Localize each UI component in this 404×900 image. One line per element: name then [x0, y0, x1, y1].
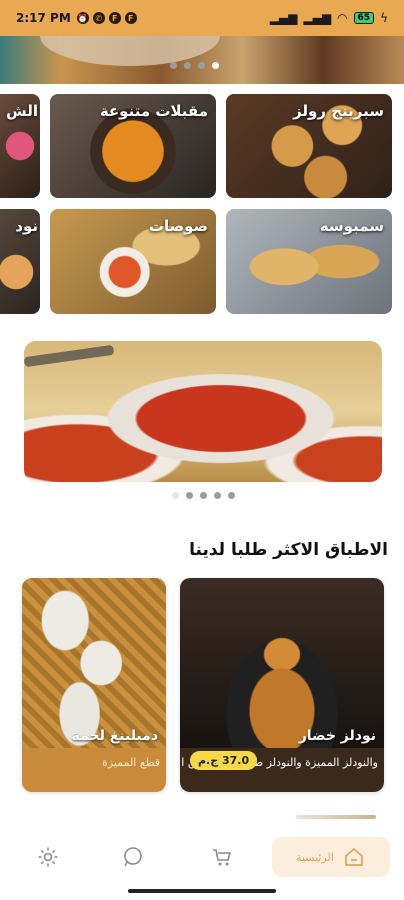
nav-search[interactable] — [116, 837, 152, 877]
slider-dot-active[interactable] — [212, 62, 219, 69]
signal2-icon: ▂▄▆ — [303, 11, 332, 25]
gear-icon — [38, 847, 58, 867]
wifi-icon: ◠ — [337, 11, 348, 25]
section-title: الاطباق الاكثر طلبا لدينا — [189, 540, 388, 560]
slider-dot[interactable] — [184, 62, 191, 69]
nav-home[interactable]: الرئيسية — [272, 837, 390, 877]
nav-cart[interactable] — [204, 837, 240, 877]
category-label: نود — [15, 217, 38, 235]
dish-image — [22, 578, 166, 748]
signal-icon: ▂▄▆ — [269, 11, 298, 25]
dish-image — [180, 578, 384, 748]
category-label: مقبلات متنوعة — [99, 102, 208, 120]
nav-settings[interactable] — [30, 837, 66, 877]
slider-dot-active[interactable] — [172, 492, 179, 499]
dish-desc: قطع المميزة — [102, 756, 160, 769]
nav-home-label: الرئيسية — [296, 850, 334, 864]
next-section-preview — [296, 815, 376, 819]
slider-dot[interactable] — [214, 492, 221, 499]
status-time: 2:17 PM — [16, 11, 71, 25]
system-home-indicator[interactable] — [128, 889, 276, 893]
slider-dot[interactable] — [186, 492, 193, 499]
category-partial[interactable]: نود — [0, 209, 40, 314]
app-f2-icon: F — [124, 12, 137, 24]
slider-dot[interactable] — [228, 492, 235, 499]
promo-banner[interactable] — [24, 341, 382, 482]
slider-dot[interactable] — [200, 492, 207, 499]
home-icon — [345, 848, 363, 866]
chopsticks-image — [24, 344, 115, 368]
dish-card-dumplings[interactable]: دمبلينغ لحمة قطع المميزة — [22, 578, 166, 792]
category-label: سبرينج رولز — [293, 102, 384, 120]
price-badge: 37.0 ج.م — [190, 751, 258, 770]
alarm-icon: ⏰ — [76, 12, 89, 24]
cart-icon — [213, 849, 232, 866]
top-slider-dots — [170, 62, 219, 69]
dish-name: دمبلينغ لحمة — [71, 728, 158, 744]
category-samosa[interactable]: سمبوسه — [226, 209, 392, 314]
charging-icon: ϟ — [380, 11, 388, 25]
dish-name: نودلز خضار — [298, 728, 376, 744]
category-sauces[interactable]: صوصات — [50, 209, 216, 314]
category-spring-rolls[interactable]: سبرينج رولز — [226, 94, 392, 198]
slider-dot[interactable] — [198, 62, 205, 69]
banner-dots — [172, 492, 235, 499]
status-bar: 2:17 PM ⏰ ✆ F F ▂▄▆ ▂▄▆ ◠ 65 ϟ — [0, 0, 404, 36]
category-label: الش — [6, 102, 38, 120]
top-slider[interactable] — [0, 36, 404, 84]
whatsapp-icon: ✆ — [92, 12, 105, 24]
category-partial[interactable]: الش — [0, 94, 40, 198]
search-icon — [124, 847, 142, 867]
bottom-nav: الرئيسية — [0, 830, 404, 886]
dish-info: دمبلينغ لحمة قطع المميزة — [22, 728, 166, 792]
battery-icon: 65 — [353, 12, 375, 24]
category-label: سمبوسه — [319, 217, 384, 235]
category-label: صوصات — [148, 217, 208, 235]
app-f-icon: F — [108, 12, 121, 24]
category-mixed-appetizers[interactable]: مقبلات متنوعة — [50, 94, 216, 198]
slider-dot[interactable] — [170, 62, 177, 69]
